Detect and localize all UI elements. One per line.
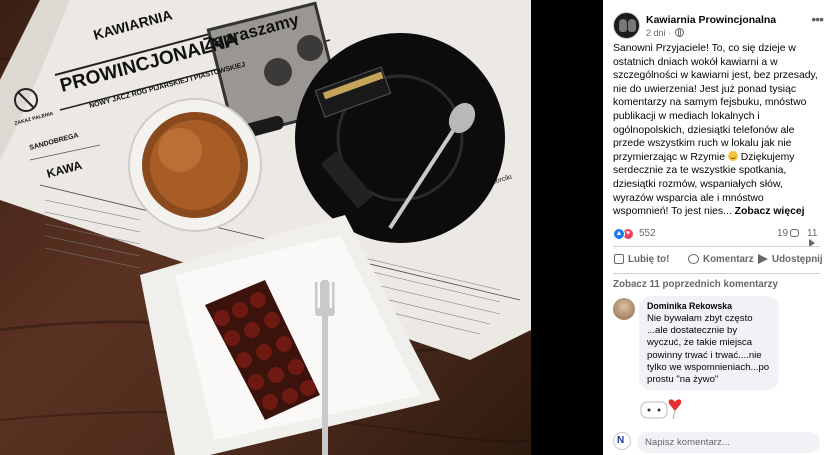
current-user-avatar[interactable]: N <box>613 432 631 450</box>
share-button-label: Udostępnij <box>772 254 823 265</box>
comment-bubble: Dominika Rekowska Nie bywałam zbyt częst… <box>639 296 779 390</box>
share-button[interactable]: Udostępnij <box>758 254 823 268</box>
comment-text: Nie bywałam zbyt często ...ale dostatecz… <box>647 313 770 386</box>
see-more-link[interactable]: Zobacz więcej <box>735 206 805 217</box>
thumbs-up-icon <box>614 254 624 264</box>
comment-bubble-icon <box>688 254 699 264</box>
reaction-count[interactable]: 552 <box>639 228 656 239</box>
comments-count[interactable]: 19 <box>777 228 800 239</box>
post-header: Kawiarnia Prowincjonalna 2 dni · ••• <box>613 12 825 42</box>
like-button[interactable]: Lubię to! <box>614 254 669 268</box>
avatar-face-left <box>619 19 627 32</box>
comment-author[interactable]: Dominika Rekowska <box>647 301 771 311</box>
comments-count-value: 19 <box>777 228 789 239</box>
comment-count-icon <box>790 229 800 237</box>
divider <box>613 246 820 247</box>
smile-emoji-icon <box>727 150 738 161</box>
commenter-avatar[interactable] <box>613 298 635 320</box>
divider <box>613 273 820 274</box>
post-photo[interactable]: KAWIARNIA PROWINCJONALNA NOWY JACZ RÓG P… <box>0 0 531 455</box>
post-time-text: 2 dni · <box>646 28 672 38</box>
like-reaction-icon: ▲ <box>613 228 625 240</box>
user-avatar-logo: N <box>617 435 625 446</box>
post-text: Sanowni Przyjaciele! To, co się dzieje w… <box>613 42 820 219</box>
reactions-row: ♥ ▲ 552 19 11 <box>613 226 823 247</box>
black-saucer <box>295 33 505 243</box>
reaction-icons[interactable]: ♥ ▲ <box>613 228 637 240</box>
heart-sticker-icon <box>640 399 682 420</box>
photo-viewer: KAWIARNIA PROWINCJONALNA NOWY JACZ RÓG P… <box>0 0 603 455</box>
share-arrow-icon <box>758 254 768 264</box>
photo-illustration: KAWIARNIA PROWINCJONALNA NOWY JACZ RÓG P… <box>0 0 531 455</box>
comment-button[interactable]: Komentarz <box>688 254 754 268</box>
post-side-panel: Kawiarnia Prowincjonalna 2 dni · ••• San… <box>603 0 828 455</box>
shares-count-value: 11 <box>807 228 818 239</box>
post-timestamp[interactable]: 2 dni · <box>646 28 684 38</box>
post-actions: Lubię to! Komentarz Udostępnij <box>603 248 828 273</box>
comment-button-label: Komentarz <box>703 254 754 265</box>
page-name-link[interactable]: Kawiarnia Prowincjonalna <box>646 14 776 26</box>
view-previous-comments-link[interactable]: Zobacz 11 poprzednich komentarzy <box>613 279 778 290</box>
write-comment-input[interactable] <box>637 432 820 453</box>
like-button-label: Lubię to! <box>628 254 670 265</box>
post-text-main: Sanowni Przyjaciele! To, co się dzieje w… <box>613 43 818 163</box>
more-options-icon[interactable]: ••• <box>811 12 824 26</box>
page-avatar[interactable] <box>613 12 640 39</box>
avatar-face-right <box>628 19 636 32</box>
globe-icon <box>674 28 684 37</box>
